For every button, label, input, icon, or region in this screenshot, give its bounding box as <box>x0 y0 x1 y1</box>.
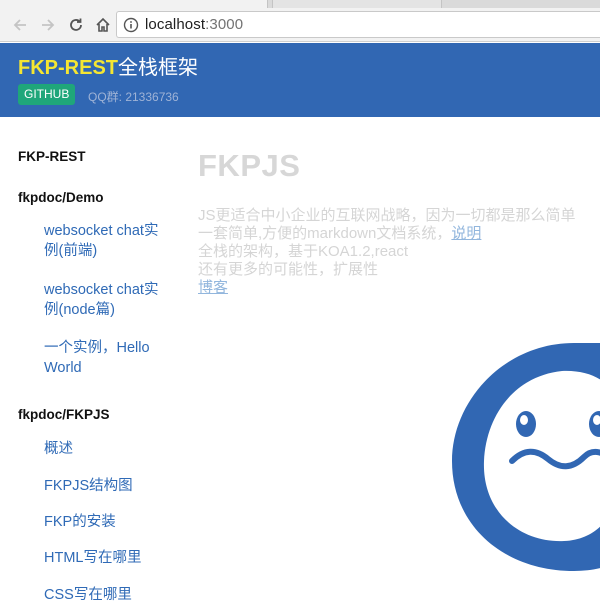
back-arrow-icon <box>13 19 26 31</box>
browser-tab-inactive[interactable] <box>272 0 442 8</box>
docs-link[interactable]: 说明 <box>451 225 481 242</box>
browser-tabstrip <box>0 0 600 8</box>
reload-icon <box>70 18 82 31</box>
qq-group-text: QQ群: 21336736 <box>88 90 179 104</box>
forward-button[interactable] <box>38 15 58 35</box>
sidebar-item-hello-world[interactable]: 一个实例，Hello World <box>44 338 169 378</box>
brand-subtitle: 全栈框架 <box>118 57 198 79</box>
brand-name: FKP-REST <box>18 57 118 79</box>
intro-text: JS更适合中小企业的互联网战略，因为一切都是那么简单 一套简单,方便的markd… <box>198 207 600 297</box>
sidebar-item-html[interactable]: HTML写在哪里 <box>44 548 169 568</box>
site-header: FKP-REST全栈框架 GITHUB QQ群: 21336736 <box>0 43 600 117</box>
reload-button[interactable] <box>66 15 86 35</box>
back-button[interactable] <box>10 15 30 35</box>
brand-title[interactable]: FKP-REST全栈框架 <box>18 51 198 80</box>
sidebar-section-demo[interactable]: fkpdoc/Demo <box>18 190 104 205</box>
intro-line-1: JS更适合中小企业的互联网战略，因为一切都是那么简单 <box>198 207 576 224</box>
blog-link[interactable]: 博客 <box>198 279 228 296</box>
github-button[interactable]: GITHUB <box>18 84 76 105</box>
intro-line-5: 博客 <box>198 279 600 297</box>
intro-line-3: 全栈的架构，基于KOA1.2,react <box>198 243 409 260</box>
sidebar-title-fkp-rest[interactable]: FKP-REST <box>18 149 86 164</box>
browser-toolbar: localhost:3000 <box>0 8 600 42</box>
info-icon[interactable] <box>123 17 139 33</box>
main-content: FKPJS JS更适合中小企业的互联网战略，因为一切都是那么简单 一套简单,方便… <box>175 117 600 616</box>
home-button[interactable] <box>93 15 113 35</box>
mascot-logo <box>452 343 600 571</box>
browser-tab-active[interactable] <box>0 0 268 8</box>
intro-line-2: 一套简单,方便的markdown文档系统，说明 <box>198 225 482 242</box>
sidebar-item-structure[interactable]: FKPJS结构图 <box>44 476 169 496</box>
address-bar[interactable]: localhost:3000 <box>116 11 600 38</box>
home-icon <box>96 17 110 32</box>
sidebar-section-fkpjs[interactable]: fkpdoc/FKPJS <box>18 407 110 422</box>
sidebar-item-overview[interactable]: 概述 <box>44 439 169 459</box>
intro-line-4: 还有更多的可能性，扩展性 <box>198 261 379 278</box>
sidebar-item-install[interactable]: FKP的安装 <box>44 512 169 532</box>
sidebar-item-websocket-node[interactable]: websocket chat实例(node篇) <box>44 280 169 320</box>
page-title: FKPJS <box>198 148 301 183</box>
forward-arrow-icon <box>42 19 55 31</box>
sidebar: FKP-REST fkpdoc/Demo websocket chat实例(前端… <box>0 117 175 616</box>
url-text: localhost:3000 <box>145 16 244 33</box>
sidebar-item-websocket-frontend[interactable]: websocket chat实例(前端) <box>44 221 169 261</box>
sidebar-item-css[interactable]: CSS写在哪里 <box>44 585 169 605</box>
